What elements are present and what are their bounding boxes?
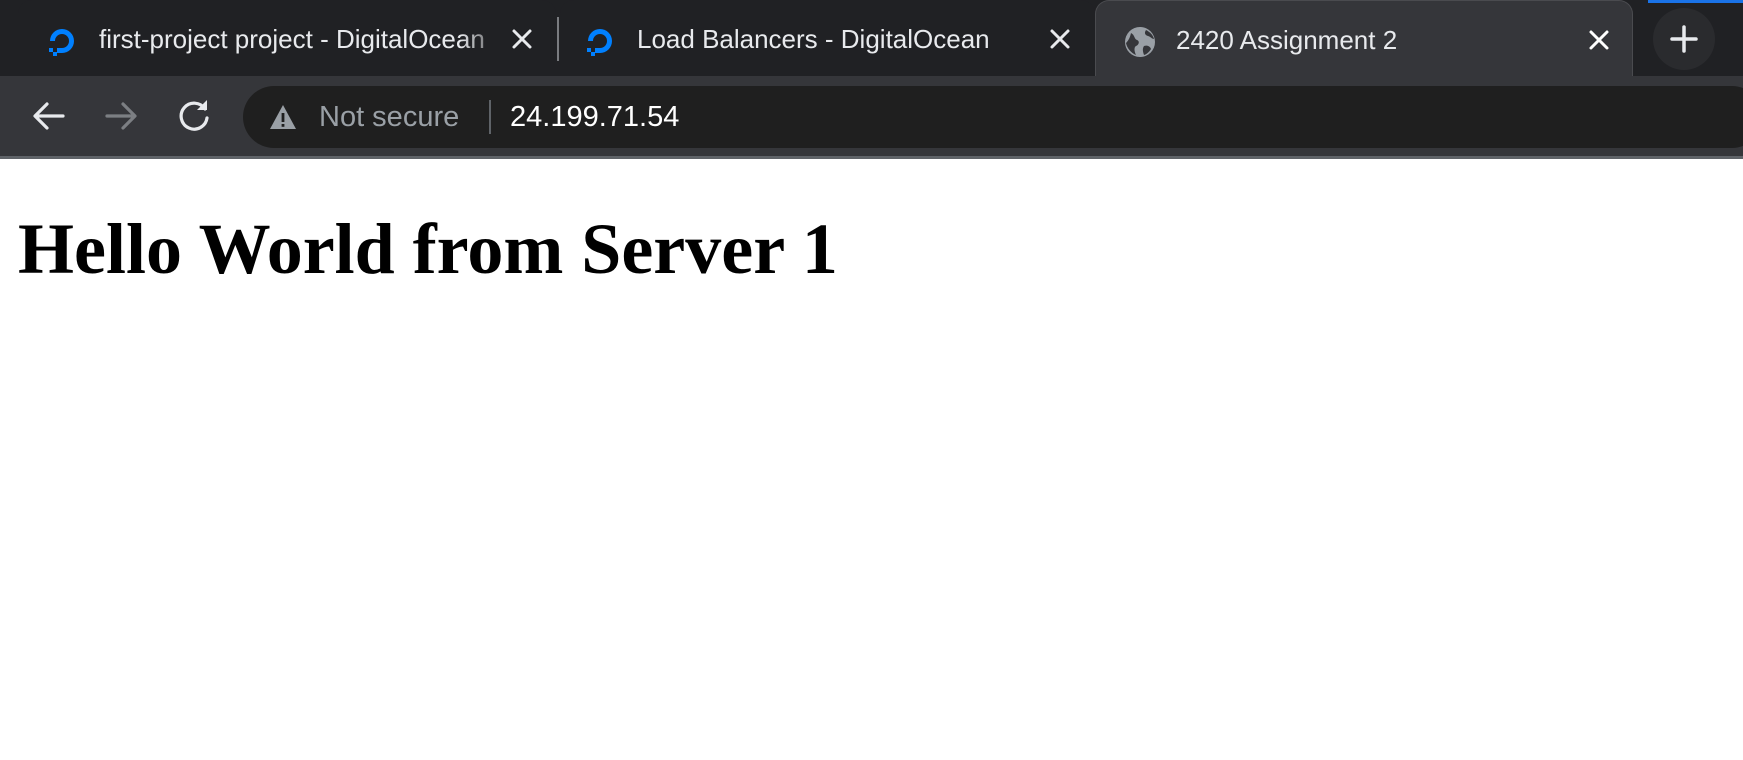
digitalocean-icon: [587, 29, 612, 56]
plus-icon: [1670, 25, 1698, 53]
security-status-label[interactable]: Not secure: [319, 99, 459, 135]
tab-divider: [557, 17, 559, 61]
page-heading: Hello World from Server 1: [18, 209, 838, 289]
forward-arrow-icon[interactable]: [101, 96, 141, 136]
reload-icon[interactable]: [174, 96, 214, 136]
back-arrow-icon[interactable]: [29, 96, 69, 136]
url-text[interactable]: 24.199.71.54: [510, 99, 679, 135]
tab-title: first-project project - DigitalOcean: [99, 24, 485, 54]
tab-title: Load Balancers - DigitalOcean: [637, 24, 990, 54]
close-icon[interactable]: [1044, 23, 1076, 55]
tab-strip: first-project project - DigitalOcean Loa…: [0, 0, 1743, 78]
close-icon[interactable]: [1583, 24, 1615, 56]
address-bar[interactable]: Not secure 24.199.71.54: [243, 86, 1743, 148]
address-divider: [489, 100, 491, 134]
browser-toolbar: Not secure 24.199.71.54: [0, 76, 1743, 156]
tab-title: 2420 Assignment 2: [1176, 25, 1398, 55]
tab-first-project[interactable]: first-project project - DigitalOcean: [18, 0, 556, 76]
digitalocean-icon: [49, 29, 74, 56]
page-content: Hello World from Server 1: [0, 159, 1743, 760]
close-icon[interactable]: [506, 23, 538, 55]
globe-icon: [1125, 27, 1155, 57]
profile-accent: [1648, 0, 1743, 3]
new-tab-button[interactable]: [1653, 8, 1715, 70]
tab-load-balancers[interactable]: Load Balancers - DigitalOcean: [560, 0, 1095, 76]
warning-icon[interactable]: [268, 102, 298, 132]
tab-assignment[interactable]: 2420 Assignment 2: [1095, 0, 1633, 76]
